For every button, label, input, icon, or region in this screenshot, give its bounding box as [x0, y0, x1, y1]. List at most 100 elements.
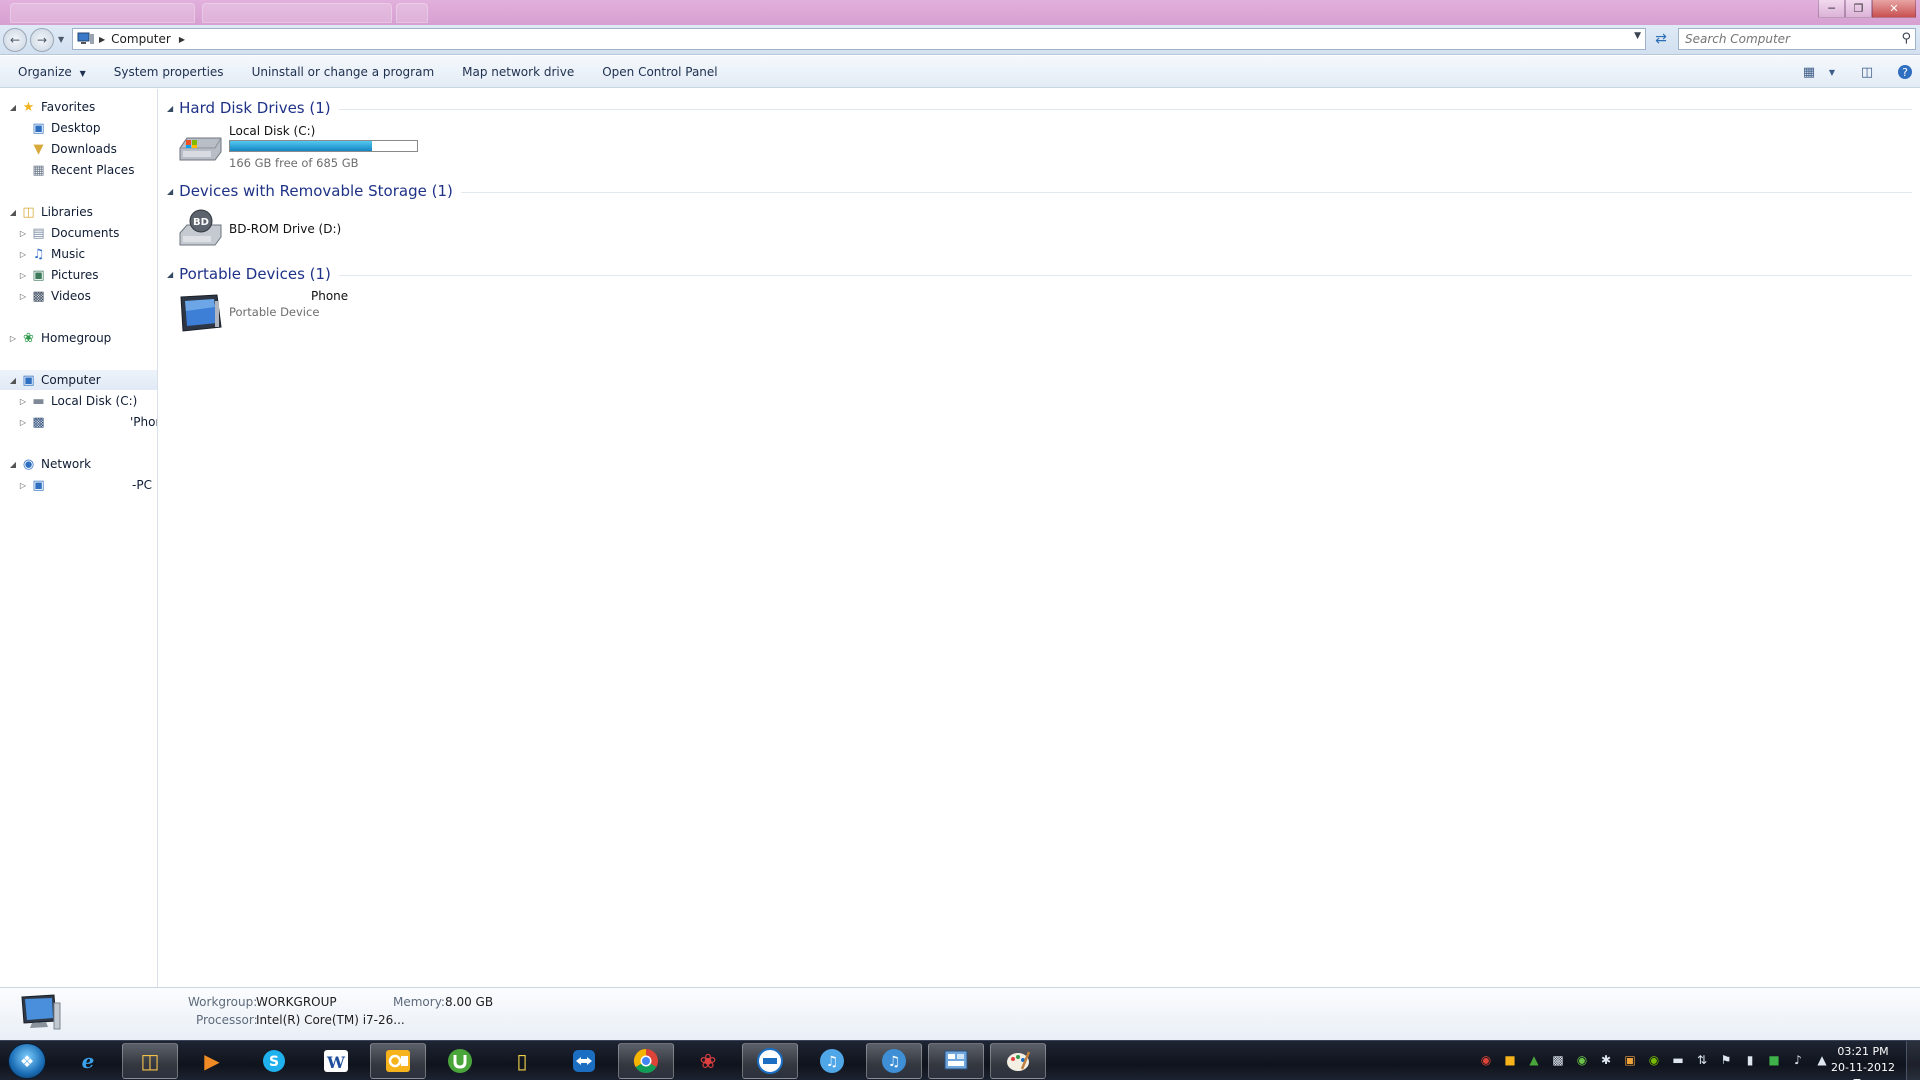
expanded-arrow-icon[interactable]: ◢	[167, 104, 173, 113]
content-pane[interactable]: ◢ Hard Disk Drives (1) Local Disk (C:) 1…	[159, 89, 1920, 987]
portable-device-phone[interactable]: Phone Portable Device	[177, 289, 577, 337]
bluetooth-icon[interactable]: ✱	[1598, 1051, 1614, 1069]
system-tray: ◉ ■ ▲ ▩ ◉ ✱ ▣ ◉ ▬ ⇅ ⚑ ▮ ■ ♪ ▲	[1478, 1051, 1830, 1069]
nav-computer[interactable]: ◢ ▣ Computer	[0, 370, 157, 390]
navigation-pane[interactable]: ◢ ★ Favorites ▣ Desktop ▼ Downloads ▦ Re…	[0, 89, 158, 987]
taskbar-teamviewer[interactable]	[556, 1043, 612, 1079]
view-options-dropdown[interactable]: ▼	[1824, 60, 1840, 84]
close-button[interactable]: ✕	[1872, 0, 1916, 18]
nav-downloads[interactable]: ▼ Downloads	[30, 139, 117, 159]
drive-local-disk-c[interactable]: Local Disk (C:) 166 GB free of 685 GB	[177, 122, 577, 170]
recent-pages-dropdown-icon[interactable]: ▼	[58, 35, 64, 44]
volume-icon[interactable]: ♪	[1790, 1051, 1806, 1069]
expanded-arrow-icon[interactable]: ◢	[167, 270, 173, 279]
nav-local-disk-c[interactable]: ▷ ▬ Local Disk (C:)	[18, 391, 137, 411]
collapsed-arrow-icon[interactable]: ▷	[8, 334, 18, 343]
expanded-arrow-icon[interactable]: ◢	[167, 187, 173, 196]
taskbar-paint[interactable]	[990, 1043, 1046, 1079]
outlook-tray-icon[interactable]: ■	[1502, 1051, 1518, 1069]
nav-homegroup[interactable]: ▷ ❀ Homegroup	[8, 328, 111, 348]
chrome-tray-icon[interactable]: ◉	[1478, 1051, 1494, 1069]
security-tray-icon[interactable]: ▣	[1622, 1051, 1638, 1069]
uninstall-program-button[interactable]: Uninstall or change a program	[244, 61, 443, 83]
green-app-tray-icon[interactable]: ■	[1766, 1051, 1782, 1069]
taskbar-dell[interactable]	[742, 1043, 798, 1079]
expanded-arrow-icon[interactable]: ◢	[8, 376, 18, 385]
taskbar-windows-explorer[interactable]: ◫	[122, 1043, 178, 1079]
collapsed-arrow-icon[interactable]: ▷	[18, 229, 28, 238]
outlook-icon	[386, 1050, 410, 1072]
usb-device-tray-icon[interactable]: ▬	[1670, 1051, 1686, 1069]
nav-documents[interactable]: ▷ ▤ Documents	[18, 223, 120, 243]
taskbar-skype[interactable]: S	[246, 1043, 302, 1079]
search-input[interactable]	[1685, 32, 1885, 46]
taskbar-itunes[interactable]: ♫	[804, 1043, 860, 1079]
nav-phone[interactable]: ▷ ▩ 'Phor	[18, 412, 157, 432]
taskbar-itunes-2[interactable]: ♫	[866, 1043, 922, 1079]
collapsed-arrow-icon[interactable]: ▷	[18, 418, 28, 427]
preview-pane-button[interactable]: ◫	[1852, 60, 1882, 84]
window-titlebar[interactable]: ─ ❐ ✕	[0, 0, 1920, 25]
collapsed-arrow-icon[interactable]: ▷	[18, 397, 28, 406]
search-icon[interactable]: ⚲	[1901, 31, 1911, 46]
taskbar-chrome[interactable]	[618, 1043, 674, 1079]
svg-text:BD: BD	[193, 217, 209, 228]
group-portable-devices[interactable]: ◢ Portable Devices (1)	[167, 263, 1912, 285]
nav-network[interactable]: ◢ ◉ Network	[8, 454, 91, 474]
battery-icon[interactable]: ▮	[1742, 1051, 1758, 1069]
address-bar[interactable]: ▶ Computer ▶ ▼	[72, 28, 1646, 50]
back-button[interactable]: ←	[3, 28, 27, 52]
taskbar-internet-explorer[interactable]: e	[60, 1043, 116, 1079]
taskbar-utorrent[interactable]	[432, 1043, 488, 1079]
expanded-arrow-icon[interactable]: ◢	[8, 103, 18, 112]
network-share-tray-icon[interactable]: ◉	[1574, 1051, 1590, 1069]
collapsed-arrow-icon[interactable]: ▷	[18, 481, 28, 490]
control-panel-icon	[944, 1050, 968, 1070]
refresh-button[interactable]: ⇄	[1650, 28, 1672, 50]
breadcrumb-separator-icon[interactable]: ▶	[99, 35, 105, 44]
nav-recent-places[interactable]: ▦ Recent Places	[30, 160, 134, 180]
nav-videos[interactable]: ▷ ▩ Videos	[18, 286, 91, 306]
maximize-button[interactable]: ❐	[1845, 0, 1872, 18]
minimize-button[interactable]: ─	[1818, 0, 1845, 18]
nav-pictures[interactable]: ▷ ▣ Pictures	[18, 265, 99, 285]
breadcrumb-chevron-icon[interactable]: ▶	[179, 35, 185, 44]
utorrent-tray-icon[interactable]: ▲	[1526, 1051, 1542, 1069]
device-tray-icon[interactable]: ▩	[1550, 1051, 1566, 1069]
collapsed-arrow-icon[interactable]: ▷	[18, 271, 28, 280]
search-box[interactable]: ⚲	[1678, 28, 1916, 50]
nav-music[interactable]: ▷ ♫ Music	[18, 244, 85, 264]
start-button[interactable]: ❖	[8, 1043, 46, 1079]
collapsed-arrow-icon[interactable]: ▷	[18, 250, 28, 259]
action-center-flag-icon[interactable]: ⚑	[1718, 1051, 1734, 1069]
nav-network-pc[interactable]: ▷ ▣ -PC	[18, 475, 157, 495]
taskbar-control-panel[interactable]	[928, 1043, 984, 1079]
taskbar-sticky-notes[interactable]: ▯	[494, 1043, 550, 1079]
group-hard-disk-drives[interactable]: ◢ Hard Disk Drives (1)	[167, 97, 1912, 119]
group-removable-storage[interactable]: ◢ Devices with Removable Storage (1)	[167, 180, 1912, 202]
forward-button[interactable]: →	[30, 28, 54, 52]
nav-libraries[interactable]: ◢ ◫ Libraries	[8, 202, 93, 222]
map-network-drive-button[interactable]: Map network drive	[454, 61, 582, 83]
sync-tray-icon[interactable]: ⇅	[1694, 1051, 1710, 1069]
taskbar-outlook[interactable]	[370, 1043, 426, 1079]
drive-bd-rom-d[interactable]: BD BD-ROM Drive (D:)	[177, 205, 577, 253]
change-view-button[interactable]: ▦	[1794, 60, 1824, 84]
system-clock[interactable]: 03:21 PM 20-11-2012 Tue	[1828, 1044, 1898, 1080]
show-desktop-button[interactable]	[1906, 1041, 1920, 1080]
nvidia-tray-icon[interactable]: ◉	[1646, 1051, 1662, 1069]
address-history-dropdown-icon[interactable]: ▼	[1634, 31, 1641, 41]
organize-button[interactable]: Organize ▼	[10, 61, 94, 83]
taskbar-word[interactable]: W	[308, 1043, 364, 1079]
nav-desktop[interactable]: ▣ Desktop	[30, 118, 100, 138]
expanded-arrow-icon[interactable]: ◢	[8, 208, 18, 217]
nav-favorites[interactable]: ◢ ★ Favorites	[8, 97, 95, 117]
taskbar-media-player[interactable]: ▶	[184, 1043, 240, 1079]
open-control-panel-button[interactable]: Open Control Panel	[594, 61, 725, 83]
system-properties-button[interactable]: System properties	[106, 61, 232, 83]
help-button[interactable]: ?	[1890, 60, 1920, 84]
taskbar-app-red[interactable]: ❀	[680, 1043, 736, 1079]
breadcrumb-computer[interactable]: Computer	[111, 32, 171, 46]
expanded-arrow-icon[interactable]: ◢	[8, 460, 18, 469]
collapsed-arrow-icon[interactable]: ▷	[18, 292, 28, 301]
